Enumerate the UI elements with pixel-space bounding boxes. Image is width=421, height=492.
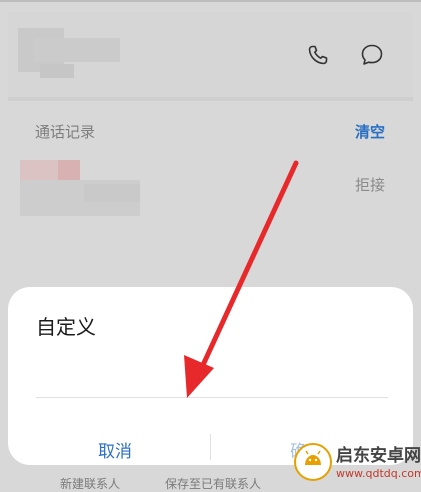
watermark-name: 启东安卓网 [336, 446, 421, 466]
android-logo-icon [294, 443, 332, 481]
watermark-url: www.qdtdq.com [336, 467, 421, 480]
annotation-arrow-icon [184, 160, 299, 398]
